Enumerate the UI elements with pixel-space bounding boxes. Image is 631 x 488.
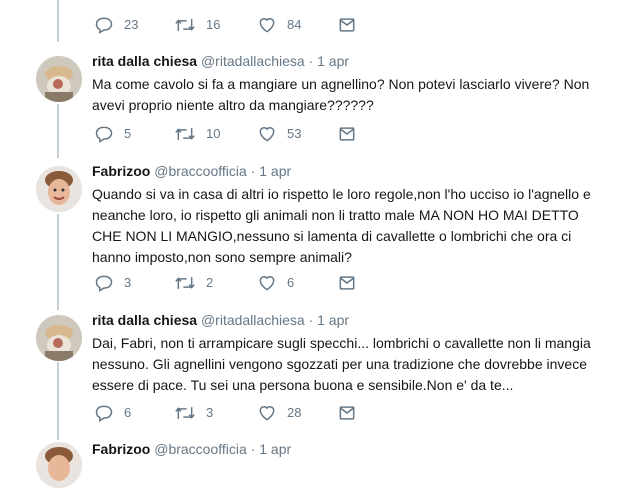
reply-button[interactable]: 5 xyxy=(94,124,131,144)
avatar[interactable] xyxy=(36,166,82,212)
tweet-text-line: nessuno. Gli agnellini vengono sgozzati … xyxy=(92,356,587,372)
retweet-count: 2 xyxy=(206,275,214,290)
retweet-icon xyxy=(175,277,195,289)
avatar[interactable] xyxy=(36,315,82,361)
thread-line xyxy=(57,0,59,42)
like-button[interactable]: 53 xyxy=(257,124,301,144)
reply-count: 23 xyxy=(124,17,139,32)
retweet-button[interactable]: 3 xyxy=(174,403,213,423)
dm-button[interactable] xyxy=(337,403,367,423)
tweet-actions: 3 2 6 xyxy=(94,273,454,293)
reply-icon xyxy=(95,17,113,34)
user-handle[interactable]: @ritadallachiesa xyxy=(201,53,305,69)
tweet-text-line: Quando si va in casa di altri io rispett… xyxy=(92,186,591,202)
tweet-text-line: essere di pace. Tu sei una persona buona… xyxy=(92,377,514,393)
avatar[interactable] xyxy=(36,442,82,488)
like-count: 84 xyxy=(287,17,302,32)
reply-count: 3 xyxy=(124,275,132,290)
reply-button[interactable]: 3 xyxy=(94,273,131,293)
like-count: 53 xyxy=(287,126,302,141)
heart-icon xyxy=(259,406,275,421)
tweet-text: Quando si va in casa di altri io rispett… xyxy=(92,184,619,268)
thread-line xyxy=(57,362,59,440)
user-handle[interactable]: @ritadallachiesa xyxy=(201,312,305,328)
like-count: 28 xyxy=(287,405,302,420)
user-name[interactable]: Fabrizoo xyxy=(92,163,150,179)
reply-button[interactable]: 6 xyxy=(94,403,131,423)
user-handle[interactable]: @braccoofficia xyxy=(154,441,247,457)
like-button[interactable]: 28 xyxy=(257,403,301,423)
tweet-text-line: CHE NON LI MANGIO,nessuno si lamenta di … xyxy=(92,228,572,244)
tweet-text: Ma come cavolo si fa a mangiare un agnel… xyxy=(92,74,619,116)
retweet-button[interactable]: 10 xyxy=(174,124,220,144)
envelope-icon xyxy=(339,127,355,141)
retweet-icon xyxy=(175,407,195,419)
retweet-button[interactable]: 16 xyxy=(174,15,220,35)
tweet-text-line: neanche loro, io rispetto gli animali no… xyxy=(92,207,579,223)
heart-icon xyxy=(259,18,275,33)
dm-button[interactable] xyxy=(337,273,367,293)
envelope-icon xyxy=(339,276,355,290)
tweet-text: Dai, Fabri, non ti arrampicare sugli spe… xyxy=(92,333,619,396)
thread-line xyxy=(57,214,59,310)
like-button[interactable]: 84 xyxy=(257,15,301,35)
reply-icon xyxy=(95,126,113,143)
retweet-count: 10 xyxy=(206,126,221,141)
retweet-icon xyxy=(175,19,195,31)
avatar[interactable] xyxy=(36,56,82,102)
tweet-text-line: avevi proprio niente altro da mangiare??… xyxy=(92,97,374,113)
tweet-header: rita dalla chiesa @ritadallachiesa · 1 a… xyxy=(92,311,619,329)
retweet-button[interactable]: 2 xyxy=(174,273,213,293)
tweet-date[interactable]: 1 apr xyxy=(317,53,349,69)
retweet-icon xyxy=(175,128,195,140)
heart-icon xyxy=(259,276,275,291)
reply-icon xyxy=(95,405,113,422)
retweet-count: 3 xyxy=(206,405,214,420)
tweet-header: rita dalla chiesa @ritadallachiesa · 1 a… xyxy=(92,52,619,70)
tweet-actions: 23 16 84 xyxy=(94,15,454,35)
user-name[interactable]: rita dalla chiesa xyxy=(92,53,197,69)
reply-icon xyxy=(95,275,113,292)
dm-button[interactable] xyxy=(337,15,367,35)
like-button[interactable]: 6 xyxy=(257,273,294,293)
envelope-icon xyxy=(339,18,355,32)
user-handle[interactable]: @braccoofficia xyxy=(154,163,247,179)
tweet-actions: 5 10 53 xyxy=(94,124,454,144)
separator: · xyxy=(304,53,318,69)
user-name[interactable]: rita dalla chiesa xyxy=(92,312,197,328)
tweet-text-line: Dai, Fabri, non ti arrampicare sugli spe… xyxy=(92,335,591,351)
user-name[interactable]: Fabrizoo xyxy=(92,441,150,457)
separator: · xyxy=(246,163,260,179)
reply-count: 5 xyxy=(124,126,132,141)
retweet-count: 16 xyxy=(206,17,221,32)
tweet-date[interactable]: 1 apr xyxy=(259,163,291,179)
separator: · xyxy=(246,441,260,457)
tweet-text-line: Ma come cavolo si fa a mangiare un agnel… xyxy=(92,76,590,92)
tweet-text-line: hanno imposto,non sono sempre animali? xyxy=(92,249,352,265)
tweet-header: Fabrizoo @braccoofficia · 1 apr xyxy=(92,162,619,180)
thread-line xyxy=(57,104,59,158)
separator: · xyxy=(304,312,318,328)
tweet-date[interactable]: 1 apr xyxy=(317,312,349,328)
heart-icon xyxy=(259,127,275,142)
tweet-date[interactable]: 1 apr xyxy=(259,441,291,457)
like-count: 6 xyxy=(287,275,295,290)
tweet-actions: 6 3 28 xyxy=(94,403,454,423)
reply-button[interactable]: 23 xyxy=(94,15,138,35)
tweet-header: Fabrizoo @braccoofficia · 1 apr xyxy=(92,440,619,458)
dm-button[interactable] xyxy=(337,124,367,144)
envelope-icon xyxy=(339,406,355,420)
reply-count: 6 xyxy=(124,405,132,420)
